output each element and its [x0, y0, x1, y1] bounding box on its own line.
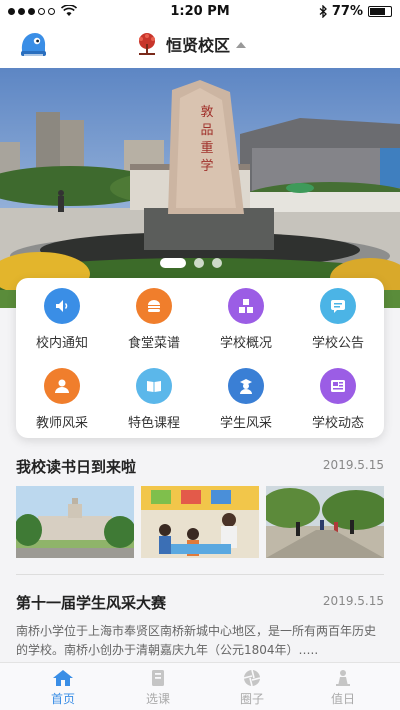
caret-up-icon	[236, 42, 247, 48]
menu-label: 学校动态	[311, 416, 364, 431]
menu-item-canteen-menu[interactable]: 食堂菜谱	[108, 288, 200, 351]
news-item[interactable]: 第十一届学生风采大赛 2019.5.15 南桥小学位于上海市奉贤区南桥新城中心地…	[16, 592, 384, 658]
book-icon	[136, 368, 172, 404]
menu-label: 学校概况	[219, 336, 272, 351]
student-icon	[228, 368, 264, 404]
news-date: 2019.5.15	[322, 594, 384, 608]
menu-label: 学生风采	[219, 416, 272, 431]
campus-selector[interactable]: 恒贤校区	[134, 32, 247, 56]
tab-label: 首页	[50, 692, 75, 706]
menu-item-student-profiles[interactable]: 学生风采	[200, 368, 292, 431]
tab-home[interactable]: 首页	[13, 669, 113, 707]
news-title: 第十一届学生风采大赛	[16, 594, 167, 612]
menu-item-teacher-profiles[interactable]: 教师风采	[16, 368, 108, 431]
nav-bar: 恒贤校区	[0, 24, 400, 68]
app-logo-icon[interactable]	[18, 30, 48, 60]
function-menu: 校内通知 食堂菜谱 学校概况 学校公告 教师风采 特色课程 学生风采 学校动态	[16, 278, 384, 438]
menu-item-school-news[interactable]: 学校动态	[292, 368, 384, 431]
menu-label: 教师风采	[35, 416, 88, 431]
battery-icon	[368, 6, 392, 17]
burger-icon	[136, 288, 172, 324]
menu-item-school-notice[interactable]: 校内通知	[16, 288, 108, 351]
book-select-icon	[152, 670, 164, 686]
tab-label: 值日	[330, 692, 355, 706]
svg-text:敦: 敦	[200, 104, 213, 120]
banner-image: 敦 品 重 学	[0, 68, 400, 308]
tab-bar: 首页 选课 圈子 值日	[0, 662, 400, 710]
duty-icon	[336, 670, 350, 686]
tab-label: 圈子	[239, 692, 264, 706]
tab-circle[interactable]: 圈子	[202, 669, 302, 707]
status-bar: 1:20 PM 77%	[0, 0, 400, 24]
banner-carousel[interactable]: 敦 品 重 学	[0, 68, 400, 308]
menu-item-school-announcement[interactable]: 学校公告	[292, 288, 384, 351]
tab-label: 选课	[145, 692, 170, 706]
tab-course-selection[interactable]: 选课	[108, 669, 208, 707]
news-photo[interactable]	[141, 486, 259, 558]
chat-icon	[320, 288, 356, 324]
pager-dot[interactable]	[212, 258, 222, 268]
news-icon	[320, 368, 356, 404]
pager-dot[interactable]	[160, 258, 186, 268]
svg-text:重: 重	[200, 140, 213, 156]
svg-text:学: 学	[200, 158, 213, 174]
news-date: 2019.5.15	[322, 458, 384, 472]
menu-item-special-courses[interactable]: 特色课程	[108, 368, 200, 431]
bluetooth-icon	[319, 5, 327, 18]
banner-pager[interactable]	[160, 258, 222, 268]
menu-item-school-overview[interactable]: 学校概况	[200, 288, 292, 351]
teacher-icon	[44, 368, 80, 404]
school-tree-icon	[139, 33, 155, 55]
svg-text:品: 品	[200, 123, 213, 138]
menu-label: 校内通知	[35, 336, 88, 351]
news-title: 我校读书日到来啦	[16, 458, 137, 476]
news-photo[interactable]	[266, 486, 384, 558]
news-photo[interactable]	[16, 486, 134, 558]
divider	[16, 574, 384, 575]
menu-label: 特色课程	[127, 416, 180, 431]
menu-label: 食堂菜谱	[127, 336, 180, 351]
news-desc: 南桥小学位于上海市奉贤区南桥新城中心地区，是一所有两百年历史的学校。南桥小创办于…	[16, 624, 377, 657]
menu-label: 学校公告	[311, 336, 364, 351]
battery-percent: 77%	[331, 4, 363, 19]
tab-duty[interactable]: 值日	[293, 669, 393, 707]
speaker-icon	[44, 288, 80, 324]
campus-name: 恒贤校区	[166, 36, 231, 55]
blocks-icon	[228, 288, 264, 324]
home-icon	[53, 670, 73, 686]
aperture-icon	[243, 669, 261, 687]
pager-dot[interactable]	[194, 258, 204, 268]
